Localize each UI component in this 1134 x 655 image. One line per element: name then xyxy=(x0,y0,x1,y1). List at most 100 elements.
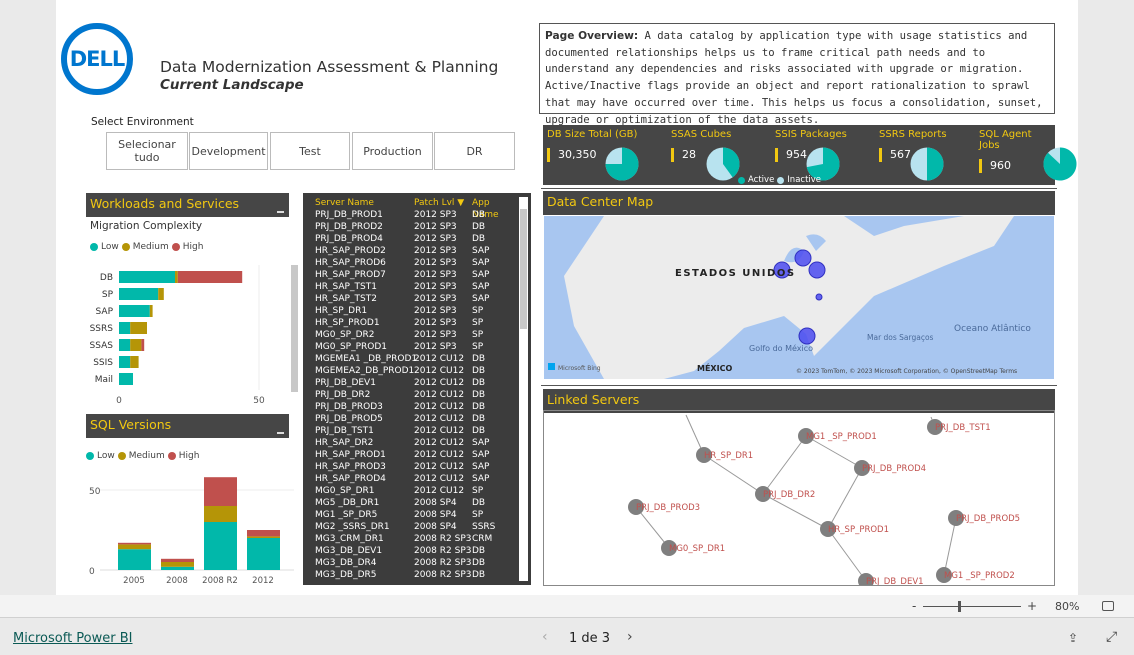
server-node[interactable]: PRJ_DB_PROD4 xyxy=(854,460,926,476)
table-cell: SAP xyxy=(472,450,490,460)
table-row[interactable]: HR_SAP_PROD1 2012 CU12 SAP xyxy=(315,449,531,461)
table-row[interactable]: MG3_DB_DR5 2008 R2 SP3 DB xyxy=(315,569,531,581)
table-row[interactable]: MG2 _SSRS_DR1 2008 SP4 SSRS xyxy=(315,521,531,533)
table-row[interactable]: HR_SAP_TST2 2012 SP3 SAP xyxy=(315,293,531,305)
table-cell: 2012 CU12 xyxy=(414,354,465,364)
server-node[interactable]: MG1 _SP_PROD2 xyxy=(936,567,1015,583)
minimize-icon[interactable] xyxy=(277,211,284,213)
env-development[interactable]: Development xyxy=(189,132,268,170)
page-title: Data Modernization Assessment & Planning xyxy=(160,58,499,76)
col-server-name[interactable]: Server Name xyxy=(315,197,414,209)
col-patch-lvl[interactable]: Patch Lvl ▼ xyxy=(414,197,472,209)
server-node[interactable]: PRJ_DB_DR2 xyxy=(755,486,815,502)
table-row[interactable]: HR_SAP_PROD7 2012 SP3 SAP xyxy=(315,269,531,281)
table-row[interactable]: HR_SAP_DR2 2012 CU12 SAP xyxy=(315,437,531,449)
table-cell: 2012 SP3 xyxy=(414,306,457,316)
linked-servers-graph[interactable]: HR_SP_DR1 MG1 _SP_PROD1 PRJ_DB_TST1 PRJ_DB_… xyxy=(543,410,1055,586)
table-row[interactable]: PRJ_DB_DR2 2012 CU12 DB xyxy=(315,389,531,401)
env-dr[interactable]: DR xyxy=(434,132,515,170)
table-row[interactable]: MG3_CRM_DR1 2008 R2 SP3 CRM xyxy=(315,533,531,545)
prev-page-icon[interactable]: ‹ xyxy=(542,629,548,645)
table-cell: 2012 CU12 xyxy=(414,486,465,496)
table-cell: DB xyxy=(472,570,486,580)
table-row[interactable]: MG5 _DB_DR1 2008 SP4 DB xyxy=(315,497,531,509)
data-center-map[interactable]: ESTADOS UNIDOS MÉXICO Golfo do México Ma… xyxy=(544,216,1054,379)
minimize-icon[interactable] xyxy=(277,432,284,434)
table-cell: DB xyxy=(472,234,486,244)
table-cell: SAP xyxy=(472,246,490,256)
table-row[interactable]: MG1 _SP_DR5 2008 SP4 SP xyxy=(315,509,531,521)
map-attribution[interactable]: © 2023 TomTom, © 2023 Microsoft Corporat… xyxy=(796,368,1017,375)
server-node[interactable]: MG1 _SP_PROD1 xyxy=(798,428,877,444)
legend-medium: Medium xyxy=(132,242,169,252)
table-cell: SAP xyxy=(472,462,490,472)
zoom-out-button[interactable]: - xyxy=(912,599,916,613)
table-row[interactable]: MG3_DB_DEV1 2008 R2 SP3 DB xyxy=(315,545,531,557)
table-cell: MG3_CRM_DR1 xyxy=(315,534,384,544)
table-row[interactable]: HR_SAP_PROD4 2012 CU12 SAP xyxy=(315,473,531,485)
table-row[interactable]: HR_SAP_PROD3 2012 CU12 SAP xyxy=(315,461,531,473)
fullscreen-icon[interactable]: ⤢ xyxy=(1106,629,1117,645)
table-cell: DB xyxy=(472,390,486,400)
y-tick: 0 xyxy=(89,567,95,577)
table-row[interactable]: PRJ_DB_TST1 2012 CU12 DB xyxy=(315,425,531,437)
env-test[interactable]: Test xyxy=(270,132,350,170)
table-cell: MG2 _SSRS_DR1 xyxy=(315,522,390,532)
next-page-icon[interactable]: › xyxy=(627,629,633,645)
server-node[interactable]: PRJ_DB_TST1 xyxy=(927,419,991,435)
table-cell: 2012 CU12 xyxy=(414,390,465,400)
table-row[interactable]: MG0_SP_DR2 2012 SP3 SP xyxy=(315,329,531,341)
table-row[interactable]: PRJ_DB_PROD2 2012 SP3 DB xyxy=(315,221,531,233)
table-row[interactable]: PRJ_DB_PROD1 2012 SP3 DB xyxy=(315,209,531,221)
node-label: PRJ_DB_DR2 xyxy=(763,490,815,500)
legend-high: High xyxy=(182,242,204,252)
table-row[interactable]: HR_SP_PROD1 2012 SP3 SP xyxy=(315,317,531,329)
table-row[interactable]: PRJ_DB_PROD5 2012 CU12 DB xyxy=(315,413,531,425)
zoom-slider[interactable] xyxy=(923,606,1021,607)
table-row[interactable]: PRJ_DB_PROD3 2012 CU12 DB xyxy=(315,401,531,413)
table-row[interactable]: MGEMEA2_DB_PROD1 2012 CU12 DB xyxy=(315,365,531,377)
table-row[interactable]: PRJ_DB_DEV1 2012 CU12 DB xyxy=(315,377,531,389)
table-row[interactable]: MG3_DB_DR4 2008 R2 SP3 DB xyxy=(315,557,531,569)
zoom-in-button[interactable]: + xyxy=(1027,599,1037,613)
server-node[interactable]: MG0_SP_DR1 xyxy=(661,540,725,556)
sqlversions-chart: 0 50 2005 2008 2008 R2 2012 xyxy=(89,477,294,586)
table-cell: DB xyxy=(472,414,486,424)
share-icon[interactable]: ⇪ xyxy=(1068,631,1078,645)
table-row[interactable]: MGEMEA1 _DB_PROD1 2012 CU12 DB xyxy=(315,353,531,365)
table-row[interactable]: MG0_SP_DR1 2012 CU12 SP xyxy=(315,485,531,497)
table-cell: MG3_DB_DR5 xyxy=(315,570,377,580)
table-scrollbar[interactable] xyxy=(519,197,528,581)
kpi-pie xyxy=(910,147,944,181)
zoom-slider-thumb[interactable] xyxy=(958,601,961,612)
table-row[interactable]: HR_SAP_PROD6 2012 SP3 SAP xyxy=(315,257,531,269)
table-row[interactable]: PRJ_DB_PROD4 2012 SP3 DB xyxy=(315,233,531,245)
datacenter-marker[interactable] xyxy=(815,293,823,301)
datacenter-marker[interactable] xyxy=(808,261,826,279)
chart-scrollbar[interactable] xyxy=(291,265,298,392)
table-row[interactable]: HR_SAP_TST1 2012 SP3 SAP xyxy=(315,281,531,293)
fit-to-page-icon[interactable] xyxy=(1102,601,1114,611)
table-cell: 2008 SP4 xyxy=(414,510,457,520)
overview-label: Page Overview: xyxy=(545,30,639,42)
col-app-name[interactable]: App Name xyxy=(472,197,517,220)
link-edge xyxy=(827,528,867,582)
server-node[interactable]: PRJ_DB_PROD3 xyxy=(628,499,700,515)
table-cell: 2012 SP3 xyxy=(414,222,457,232)
node-label: PRJ_DB_PROD4 xyxy=(862,464,926,474)
power-bi-link[interactable]: Microsoft Power BI xyxy=(13,631,132,646)
datacenter-marker[interactable] xyxy=(794,249,812,267)
env-select-all[interactable]: Selecionar tudo xyxy=(106,132,188,170)
table-row[interactable]: HR_SAP_PROD2 2012 SP3 SAP xyxy=(315,245,531,257)
server-node[interactable]: PRJ_DB_DEV1 xyxy=(858,573,924,586)
x-tick: 2008 xyxy=(166,576,188,586)
table-row[interactable]: MG0_SP_PROD1 2012 SP3 SP xyxy=(315,341,531,353)
table-cell: 2012 SP3 xyxy=(414,330,457,340)
server-node[interactable]: PRJ_DB_PROD5 xyxy=(948,510,1020,526)
server-node[interactable]: HR_SP_PROD1 xyxy=(820,521,889,537)
server-node[interactable]: HR_SP_DR1 xyxy=(696,447,753,463)
datacenter-marker[interactable] xyxy=(798,327,816,345)
scrollbar-thumb[interactable] xyxy=(520,209,527,329)
env-production[interactable]: Production xyxy=(352,132,433,170)
table-row[interactable]: HR_SP_DR1 2012 SP3 SP xyxy=(315,305,531,317)
